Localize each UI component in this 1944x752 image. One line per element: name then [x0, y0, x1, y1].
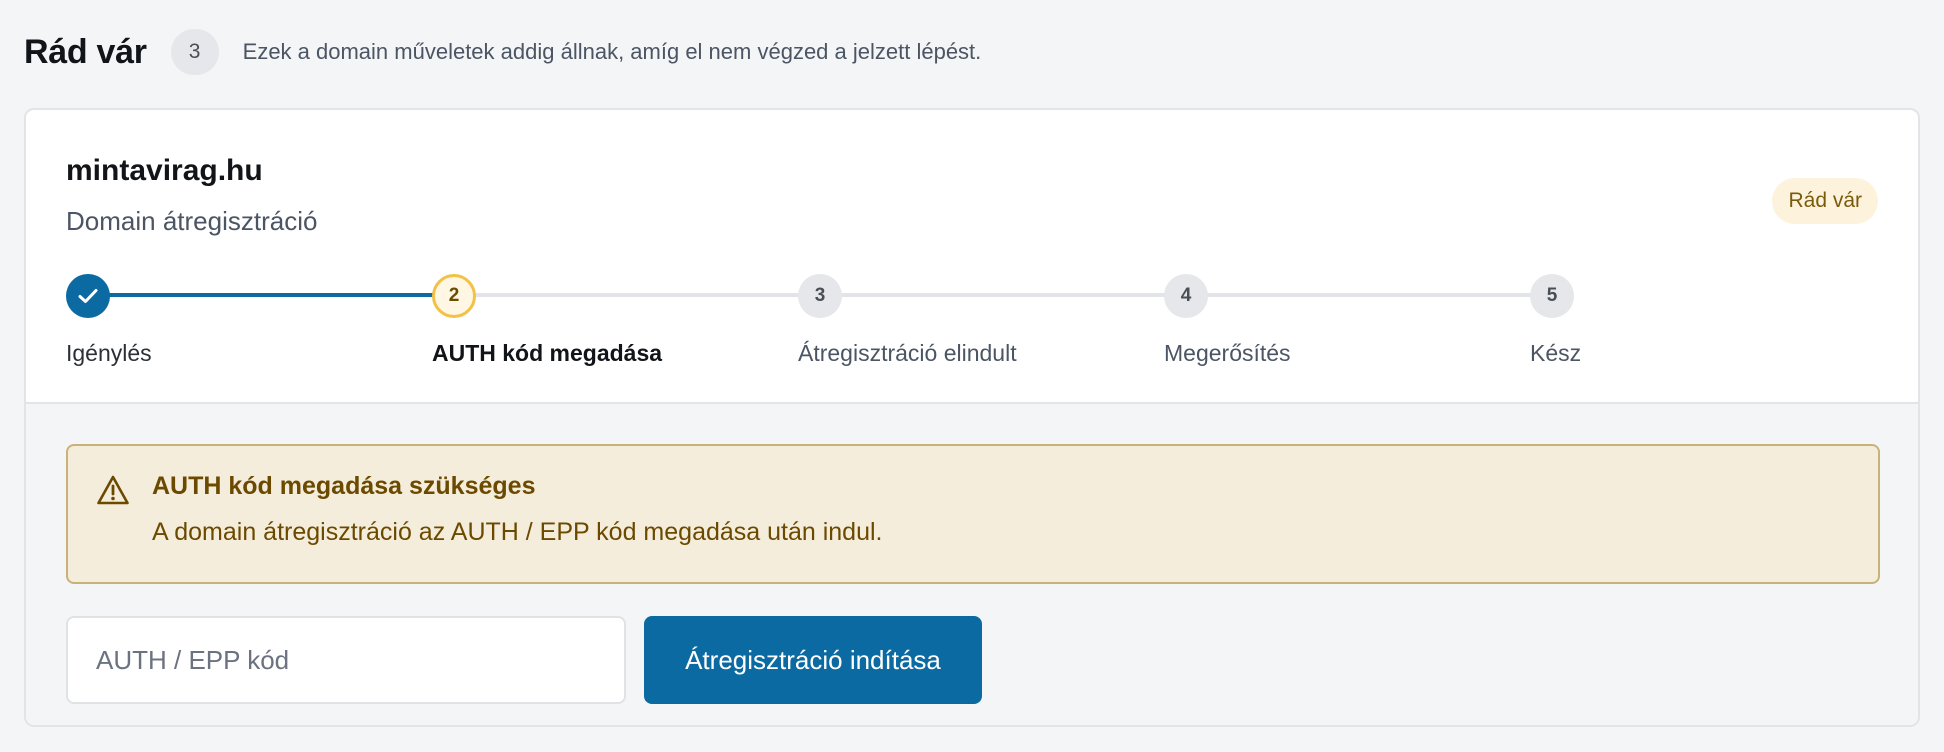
auth-code-input[interactable] — [66, 616, 626, 704]
step-1-label: Igénylés — [66, 340, 152, 366]
domain-name: mintavirag.hu — [66, 154, 263, 187]
step-3-indicator: 3 — [798, 274, 842, 318]
progress-stepper: 2 3 4 5 Igénylés AUTH kód megadása Átreg… — [66, 274, 1581, 374]
step-5-indicator: 5 — [1530, 274, 1574, 318]
status-badge: Rád vár — [1772, 178, 1878, 224]
auth-required-alert: AUTH kód megadása szükséges A domain átr… — [66, 444, 1880, 584]
card-action-area: AUTH kód megadása szükséges A domain átr… — [26, 404, 1918, 725]
warning-triangle-icon — [97, 475, 129, 505]
step-2-indicator: 2 — [432, 274, 476, 318]
page-description: Ezek a domain műveletek addig állnak, am… — [242, 39, 982, 64]
start-transfer-button[interactable]: Átregisztráció indítása — [644, 616, 982, 704]
alert-message: A domain átregisztráció az AUTH / EPP kó… — [152, 518, 883, 546]
check-icon — [78, 289, 98, 303]
pending-count-badge: 3 — [170, 29, 219, 75]
step-3-label: Átregisztráció elindult — [798, 340, 1017, 366]
alert-title: AUTH kód megadása szükséges — [152, 472, 536, 500]
step-4-label: Megerősítés — [1164, 340, 1291, 366]
card-header: mintavirag.hu Domain átregisztráció Rád … — [26, 110, 1918, 402]
page-header: Rád vár 3 Ezek a domain műveletek addig … — [24, 26, 981, 78]
step-connector — [88, 293, 454, 297]
page-title: Rád vár — [24, 32, 147, 71]
step-2-label: AUTH kód megadása — [432, 340, 663, 366]
step-connector — [454, 293, 1554, 297]
step-1-done-icon — [66, 274, 110, 318]
operation-type: Domain átregisztráció — [66, 206, 318, 236]
domain-operation-card: mintavirag.hu Domain átregisztráció Rád … — [24, 108, 1920, 727]
step-4-indicator: 4 — [1164, 274, 1208, 318]
step-5-label: Kész — [1530, 340, 1582, 366]
